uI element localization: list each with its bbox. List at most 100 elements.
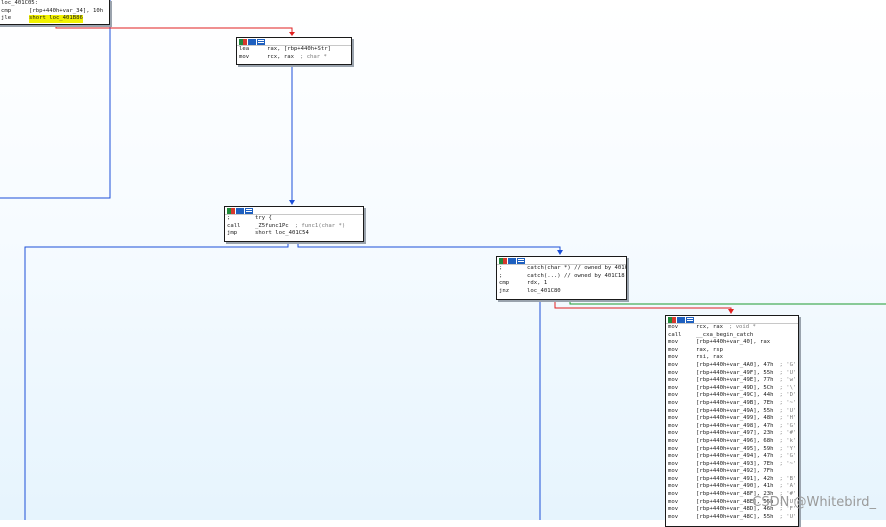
asm-comment: ; char *	[299, 53, 327, 60]
asm-line[interactable]: mov [rbp+440h+var_492], 7Fh	[668, 468, 796, 476]
edge-block3-left	[24, 240, 289, 520]
asm-line[interactable]: cmp [rbp+440h+var_34], 10h	[1, 8, 107, 16]
asm-line[interactable]: mov [rbp+440h+var_495], 59h ; 'Y'	[668, 446, 796, 454]
code-block-lea-str[interactable]: lea rax, [rbp+440h+Str] mov rcx, rax ; char …	[236, 37, 352, 65]
asm-line[interactable]: mov [rbp+440h+var_497], 23h ; '#'	[668, 430, 796, 438]
asm-operands: catch(...) // owned by 401C18	[527, 272, 625, 279]
asm-operands: [rbp+440h+var_497], 23h	[696, 430, 774, 437]
asm-line[interactable]: mov [rbp+440h+var_498], 47h ; 'G'	[668, 423, 796, 431]
asm-line[interactable]: lea rax, [rbp+440h+Str]	[239, 46, 349, 54]
asm-line[interactable]: ; catch(...) // owned by 401C18	[499, 272, 625, 281]
asm-mnemonic: mov	[668, 468, 679, 475]
asm-comment: ; void *	[728, 324, 756, 330]
code-block-catch[interactable]: ; catch(char *) // owned by 401C18; catch(…	[496, 256, 627, 300]
asm-operands: short loc_401C54	[255, 230, 309, 237]
asm-line[interactable]: mov [rbp+440h+var_48C], 55h ; 'U'	[668, 514, 796, 522]
asm-line[interactable]: call _Z5func1Pc ; func1(char *)	[227, 223, 361, 231]
asm-line[interactable]: jnz loc_401C80	[499, 288, 624, 296]
arrow-block3	[289, 200, 295, 205]
asm-comment: ; '#'	[779, 430, 797, 437]
code-block-try[interactable]: ; try { call _Z5func1Pc ; func1(char *) jmp sh…	[224, 206, 364, 242]
asm-mnemonic: mov	[668, 460, 679, 467]
asm-mnemonic: ;	[499, 265, 503, 271]
asm-operands: [rbp+440h+var_49F], 55h	[696, 369, 774, 376]
color-icon[interactable]	[499, 258, 507, 264]
asm-operands: [rbp+440h+var_496], 68h	[696, 437, 774, 444]
code-block-body: loc_401C05: cmp [rbp+440h+var_34], 10h jle s…	[0, 0, 109, 23]
graph-icon[interactable]	[236, 208, 244, 214]
asm-operands: [rbp+440h+var_495], 59h	[696, 445, 774, 452]
asm-comment: ; 'U'	[779, 513, 797, 520]
code-block-loc-401c05[interactable]: loc_401C05: cmp [rbp+440h+var_34], 10h jle s…	[0, 0, 110, 25]
asm-operands: [rbp+440h+var_49D], 5Ch	[696, 384, 774, 391]
table-icon[interactable]	[686, 317, 694, 323]
asm-operands: short loc_401B86	[29, 15, 83, 23]
asm-operands: [rbp+440h+var_49C], 44h	[696, 392, 774, 399]
asm-mnemonic: cmp	[1, 7, 12, 14]
asm-mnemonic: mov	[668, 339, 679, 346]
color-icon[interactable]	[227, 208, 235, 214]
asm-line[interactable]: mov [rbp+440h+var_49C], 44h ; 'D'	[668, 392, 796, 400]
table-icon[interactable]	[517, 258, 525, 264]
asm-operands: [rbp+440h+var_492], 7Fh	[696, 468, 774, 475]
color-icon[interactable]	[668, 317, 676, 323]
asm-line[interactable]: mov [rbp+440h+var_49E], 77h ; 'w'	[668, 377, 796, 385]
table-icon[interactable]	[245, 208, 253, 214]
asm-mnemonic: mov	[668, 422, 679, 429]
asm-line[interactable]: mov rax, rsp	[668, 347, 796, 355]
asm-operands: [rbp+440h+var_491], 42h	[696, 475, 774, 482]
asm-line[interactable]: mov [rbp+440h+var_49B], 7Eh ; '~'	[668, 400, 796, 408]
asm-comment: ; func1(char *)	[294, 222, 346, 229]
asm-line[interactable]: ; catch(char *) // owned by 401C18	[499, 265, 627, 273]
asm-mnemonic: ;	[227, 215, 231, 221]
asm-line[interactable]: mov [rbp+440h+var_493], 7Eh ; '~'	[668, 461, 796, 469]
graph-icon[interactable]	[248, 39, 256, 45]
asm-line[interactable]: cmp rdx, 1	[499, 280, 624, 288]
asm-line[interactable]: mov [rbp+440h+var_49F], 55h ; 'U'	[668, 370, 796, 378]
asm-line[interactable]: mov [rbp+440h+var_490], 41h ; 'A'	[668, 483, 796, 491]
asm-mnemonic: mov	[668, 491, 679, 498]
asm-mnemonic: mov	[668, 361, 679, 368]
asm-operands: try {	[255, 215, 272, 221]
asm-mnemonic: mov	[668, 346, 679, 353]
table-icon[interactable]	[257, 39, 265, 45]
graph-icon[interactable]	[508, 258, 516, 264]
asm-line[interactable]: mov [rbp+440h+var_40], rax	[668, 339, 796, 347]
block-header	[225, 207, 363, 215]
asm-mnemonic: mov	[668, 453, 679, 460]
asm-operands: [rbp+440h+var_494], 47h	[696, 453, 774, 460]
asm-line[interactable]: ; try {	[227, 215, 361, 223]
asm-line[interactable]: mov rcx, rax ; void *	[668, 324, 796, 332]
asm-mnemonic: mov	[668, 392, 679, 399]
asm-operands: rcx, rax	[267, 53, 294, 60]
block-header	[237, 38, 351, 46]
asm-line[interactable]: mov [rbp+440h+var_4A0], 47h ; 'G'	[668, 362, 796, 370]
asm-line[interactable]: mov [rbp+440h+var_49D], 5Ch ; '\'	[668, 385, 796, 393]
asm-operands: [rbp+440h+var_49E], 77h	[696, 377, 774, 384]
asm-line[interactable]: jmp short loc_401C54	[227, 230, 361, 238]
asm-line[interactable]: jle short loc_401B86	[1, 15, 107, 23]
asm-mnemonic: mov	[668, 369, 679, 376]
asm-mnemonic: mov	[668, 384, 679, 391]
asm-comment: ; 'k'	[779, 437, 797, 444]
asm-line[interactable]: mov [rbp+440h+var_49A], 55h ; 'U'	[668, 408, 796, 416]
asm-operands: catch(char *) // owned by 401C18	[527, 265, 627, 271]
asm-mnemonic: mov	[668, 513, 679, 520]
asm-line[interactable]: mov [rbp+440h+var_499], 48h ; 'H'	[668, 415, 796, 423]
asm-mnemonic: jmp	[227, 230, 238, 237]
asm-mnemonic: mov	[668, 445, 679, 452]
asm-line[interactable]: mov [rbp+440h+var_496], 68h ; 'k'	[668, 438, 796, 446]
asm-line[interactable]: mov [rbp+440h+var_494], 47h ; 'G'	[668, 453, 796, 461]
asm-mnemonic: mov	[668, 407, 679, 414]
asm-mnemonic: jnz	[499, 287, 510, 294]
asm-line[interactable]: mov rsi, rax	[668, 354, 796, 362]
asm-line[interactable]: mov [rbp+440h+var_491], 42h ; 'B'	[668, 476, 796, 484]
asm-operands: rdx, 1	[527, 280, 548, 287]
asm-line[interactable]: loc_401C05:	[1, 0, 107, 8]
asm-mnemonic: mov	[239, 53, 250, 60]
graph-icon[interactable]	[677, 317, 685, 323]
asm-line[interactable]: call __cxa_begin_catch	[668, 332, 796, 340]
color-icon[interactable]	[239, 39, 247, 45]
asm-line[interactable]: mov rcx, rax ; char *	[239, 54, 349, 62]
asm-comment: ; 'D'	[779, 392, 797, 399]
